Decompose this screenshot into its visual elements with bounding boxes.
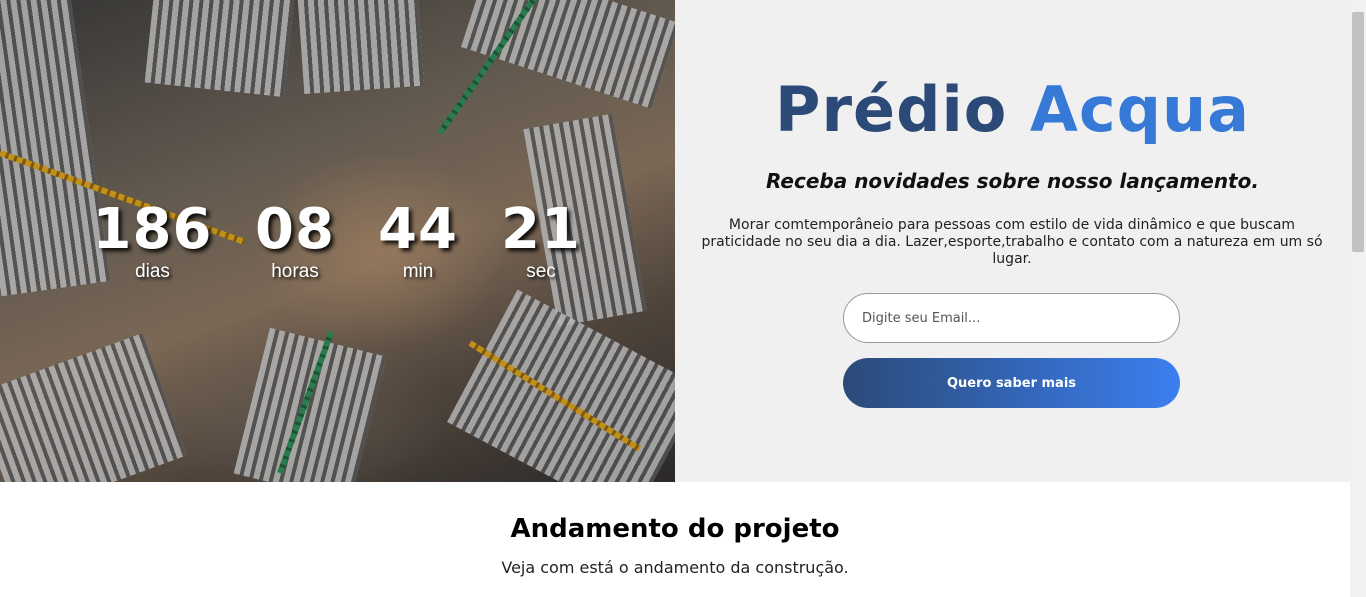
countdown-minutes: 44 min (373, 198, 463, 282)
hours-value: 08 (255, 197, 335, 262)
submit-button[interactable]: Quero saber mais (843, 358, 1180, 408)
vertical-scrollbar[interactable] (1350, 0, 1366, 597)
seconds-value: 21 (501, 197, 581, 262)
seconds-label: sec (526, 261, 556, 282)
section-title: Andamento do projeto (510, 514, 840, 544)
scrollbar-thumb[interactable] (1352, 12, 1364, 252)
signup-panel: Prédio Acqua Receba novidades sobre noss… (675, 0, 1350, 482)
minutes-value: 44 (378, 197, 458, 262)
countdown-seconds: 21 sec (496, 198, 586, 282)
construction-photo: 186 dias 08 horas 44 min 21 sec (0, 0, 675, 482)
section-subtitle: Veja com está o andamento da construção. (501, 558, 849, 577)
days-value: 186 (92, 197, 213, 262)
hero-section: 186 dias 08 horas 44 min 21 sec Prédio A… (0, 0, 1350, 482)
countdown-hours: 08 horas (250, 198, 340, 282)
project-progress-section: Andamento do projeto Veja com está o and… (0, 482, 1350, 597)
countdown: 186 dias 08 horas 44 min 21 sec (90, 198, 600, 288)
title-part-acqua: Acqua (1029, 73, 1250, 146)
page-title: Prédio Acqua (675, 74, 1350, 146)
days-label: dias (135, 261, 170, 282)
minutes-label: min (402, 261, 434, 282)
countdown-days: 186 dias (90, 198, 215, 282)
subtitle: Receba novidades sobre nosso lançamento. (766, 169, 1259, 193)
email-field[interactable] (843, 293, 1180, 343)
description: Morar comtemporâneio para pessoas com es… (701, 217, 1323, 267)
hours-label: horas (271, 261, 319, 282)
title-part-predio: Prédio (775, 73, 1008, 146)
